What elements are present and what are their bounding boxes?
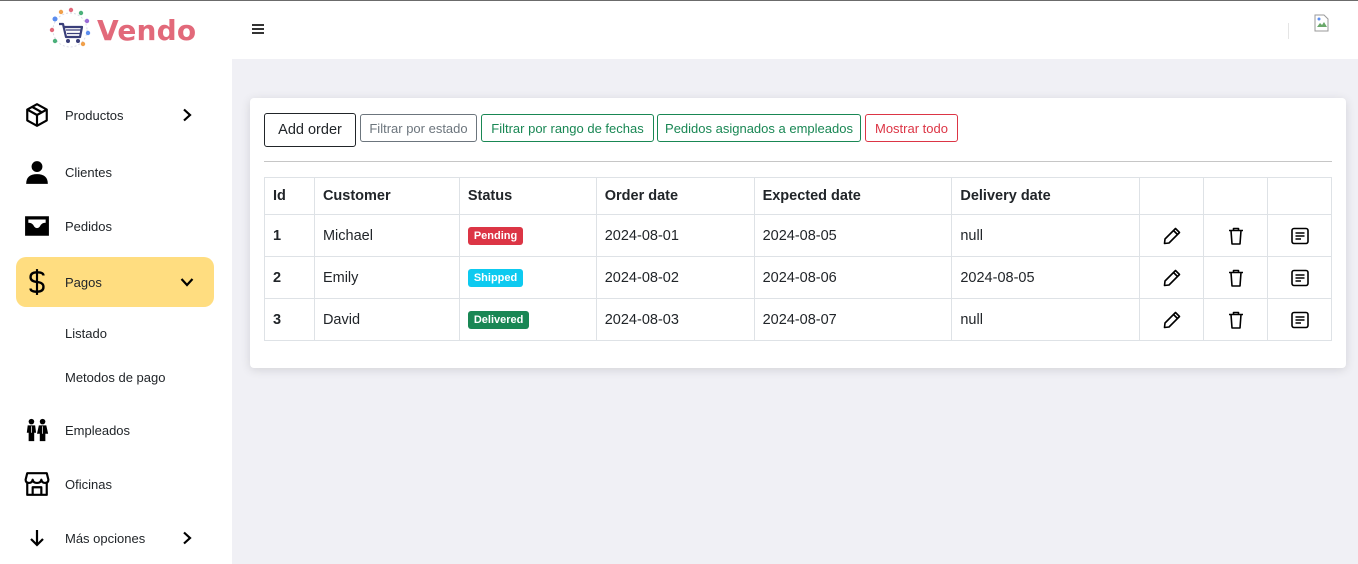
sidebar-item-mas-opciones[interactable]: Más opciones	[16, 513, 214, 563]
topbar-divider	[1288, 23, 1289, 39]
filter-by-status-button[interactable]: Filtrar por estado	[360, 114, 477, 142]
sidebar-item-clientes[interactable]: Clientes	[16, 147, 214, 197]
sidebar-item-label: Oficinas	[65, 476, 112, 492]
cell-expected-date: 2024-08-06	[753, 256, 953, 299]
cell-expected-date: 2024-08-05	[753, 214, 953, 257]
add-order-button[interactable]: Add order	[264, 113, 356, 147]
sidebar-item-label: Empleados	[65, 422, 131, 438]
details-icon	[1290, 227, 1309, 244]
trash-icon	[1228, 269, 1243, 287]
order-details-button[interactable]	[1267, 256, 1332, 299]
cell-order-date: 2024-08-01	[595, 214, 755, 257]
chevron-right-icon	[180, 531, 194, 545]
arrow-down-icon	[24, 525, 50, 551]
sidebar-item-label: Pedidos	[65, 218, 112, 234]
sidebar-item-label: Pagos	[65, 274, 102, 290]
sidebar-item-productos[interactable]: Productos	[16, 90, 214, 140]
cell-order-date: 2024-08-03	[595, 298, 755, 341]
cell-id: 3	[264, 298, 315, 341]
details-icon	[1290, 269, 1309, 286]
cell-customer: David	[313, 298, 460, 341]
status-badge: Pending	[467, 226, 524, 245]
column-header-edit	[1139, 177, 1205, 215]
assigned-to-employees-button[interactable]: Pedidos asignados a empleados	[657, 114, 861, 142]
sidebar-item-empleados[interactable]: Empleados	[16, 405, 214, 455]
pencil-icon	[1163, 227, 1180, 244]
filter-by-date-range-button[interactable]: Filtrar por rango de fechas	[481, 114, 654, 142]
sidebar-subitem-listado[interactable]: Listado	[65, 326, 107, 341]
column-header-order-date: Order date	[595, 177, 755, 215]
sidebar-subitem-metodos-de-pago[interactable]: Metodos de pago	[65, 370, 165, 385]
delete-order-button[interactable]	[1203, 298, 1268, 341]
table-header-row: Id Customer Status Order date Expected d…	[264, 177, 1332, 215]
brand[interactable]: Vendo	[47, 7, 196, 53]
cell-status: Pending	[458, 214, 597, 257]
topbar	[232, 1, 1358, 59]
cell-customer: Michael	[313, 214, 460, 257]
inbox-icon	[24, 213, 50, 239]
hamburger-menu-icon[interactable]	[252, 24, 264, 34]
cell-status: Shipped	[458, 256, 597, 299]
order-details-button[interactable]	[1267, 214, 1332, 257]
trash-icon	[1228, 311, 1243, 329]
column-header-status: Status	[458, 177, 597, 215]
sidebar-item-oficinas[interactable]: Oficinas	[16, 459, 214, 509]
dollar-icon	[24, 269, 50, 295]
column-header-delivery-date: Delivery date	[951, 177, 1141, 215]
chevron-down-icon	[180, 275, 194, 289]
cell-id: 1	[264, 214, 315, 257]
cell-expected-date: 2024-08-07	[753, 298, 953, 341]
delete-order-button[interactable]	[1203, 256, 1268, 299]
table-row: 2 Emily Shipped 2024-08-02 2024-08-06 20…	[264, 256, 1332, 299]
box-icon	[24, 102, 50, 128]
shopping-cart-logo-icon	[47, 7, 93, 53]
show-all-button[interactable]: Mostrar todo	[865, 114, 958, 142]
sidebar-item-label: Más opciones	[65, 530, 146, 546]
cell-delivery-date: 2024-08-05	[951, 256, 1141, 299]
brand-name: Vendo	[97, 13, 197, 47]
column-header-delete	[1203, 177, 1268, 215]
edit-order-button[interactable]	[1139, 214, 1205, 257]
cell-delivery-date: null	[951, 214, 1141, 257]
person-icon	[24, 159, 50, 185]
column-header-id: Id	[264, 177, 315, 215]
trash-icon	[1228, 227, 1243, 245]
status-badge: Delivered	[467, 310, 530, 329]
column-header-customer: Customer	[313, 177, 460, 215]
orders-table: Id Customer Status Order date Expected d…	[264, 177, 1332, 341]
delete-order-button[interactable]	[1203, 214, 1268, 257]
cell-customer: Emily	[313, 256, 460, 299]
sidebar-item-pagos[interactable]: Pagos	[16, 257, 214, 307]
details-icon	[1290, 311, 1309, 328]
pencil-icon	[1163, 269, 1180, 286]
status-badge: Shipped	[467, 268, 524, 287]
cell-id: 2	[264, 256, 315, 299]
shop-icon	[24, 471, 50, 497]
people-icon	[24, 417, 50, 443]
cell-delivery-date: null	[951, 298, 1141, 341]
card-divider	[264, 161, 1332, 162]
table-row: 3 David Delivered 2024-08-03 2024-08-07 …	[264, 298, 1332, 341]
main-content: Add order Filtrar por estado Filtrar por…	[232, 59, 1358, 564]
order-details-button[interactable]	[1267, 298, 1332, 341]
chevron-right-icon	[180, 108, 194, 122]
edit-order-button[interactable]	[1139, 298, 1205, 341]
table-row: 1 Michael Pending 2024-08-01 2024-08-05 …	[264, 214, 1332, 257]
orders-card: Add order Filtrar por estado Filtrar por…	[250, 98, 1346, 368]
user-avatar-broken-image-icon[interactable]	[1314, 14, 1330, 32]
cell-status: Delivered	[458, 298, 597, 341]
column-header-details	[1267, 177, 1332, 215]
sidebar: Vendo Productos Clientes Pedidos Pagos L…	[0, 1, 232, 564]
sidebar-item-label: Productos	[65, 107, 124, 123]
column-header-expected-date: Expected date	[753, 177, 953, 215]
sidebar-item-pedidos[interactable]: Pedidos	[16, 201, 214, 251]
pencil-icon	[1163, 311, 1180, 328]
cell-order-date: 2024-08-02	[595, 256, 755, 299]
sidebar-item-label: Clientes	[65, 164, 112, 180]
edit-order-button[interactable]	[1139, 256, 1205, 299]
